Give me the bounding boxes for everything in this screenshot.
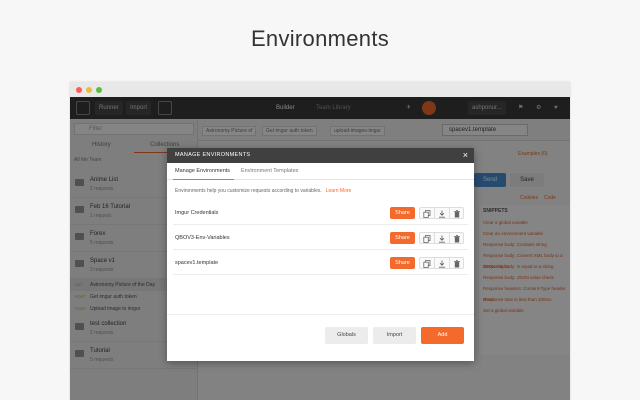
download-icon[interactable] xyxy=(438,260,446,268)
active-tab-indicator xyxy=(173,179,234,180)
window-titlebar xyxy=(70,82,570,97)
environment-row[interactable]: spacev1.template Share xyxy=(173,251,468,275)
duplicate-icon[interactable] xyxy=(423,260,431,268)
divider xyxy=(449,258,450,268)
minimize-window-button[interactable] xyxy=(86,87,92,93)
page-headline: Environments xyxy=(250,26,390,51)
environment-row[interactable]: Imgur Credentials Share xyxy=(173,201,468,225)
environment-actions xyxy=(419,257,464,269)
trash-icon[interactable] xyxy=(453,235,461,243)
add-button[interactable]: Add xyxy=(421,327,464,344)
environment-name[interactable]: spacev1.template xyxy=(175,260,218,266)
share-button[interactable]: Share xyxy=(390,232,415,244)
description-text: Environments help you customize requests… xyxy=(175,188,322,194)
dialog-footer: Globals Import Add xyxy=(167,314,474,361)
share-button[interactable]: Share xyxy=(390,207,415,219)
trash-icon[interactable] xyxy=(453,210,461,218)
duplicate-icon[interactable] xyxy=(423,210,431,218)
environment-actions xyxy=(419,232,464,244)
maximize-window-button[interactable] xyxy=(96,87,102,93)
download-icon[interactable] xyxy=(438,235,446,243)
duplicate-icon[interactable] xyxy=(423,235,431,243)
tab-manage-environments[interactable]: Manage Environments xyxy=(175,168,230,174)
divider xyxy=(449,233,450,243)
environment-name[interactable]: Imgur Credentials xyxy=(175,210,218,216)
close-window-button[interactable] xyxy=(76,87,82,93)
environment-name[interactable]: QBOV3-Env-Variables xyxy=(175,235,230,241)
dialog-title: MANAGE ENVIRONMENTS xyxy=(175,152,251,158)
manage-environments-dialog: MANAGE ENVIRONMENTS × Manage Environment… xyxy=(167,148,474,361)
dialog-tabs: Manage Environments Environment Template… xyxy=(167,163,474,180)
import-button[interactable]: Import xyxy=(373,327,416,344)
dialog-description: Environments help you customize requests… xyxy=(175,188,351,194)
environment-actions xyxy=(419,207,464,219)
divider xyxy=(434,208,435,218)
divider xyxy=(434,258,435,268)
app-window: Runner Import Builder Team Library ✈ ash… xyxy=(70,82,570,400)
download-icon[interactable] xyxy=(438,210,446,218)
divider xyxy=(449,208,450,218)
environment-row[interactable]: QBOV3-Env-Variables Share xyxy=(173,226,468,250)
learn-more-link[interactable]: Learn More xyxy=(326,188,352,194)
divider xyxy=(434,233,435,243)
tab-environment-templates[interactable]: Environment Templates xyxy=(241,168,298,174)
globals-button[interactable]: Globals xyxy=(325,327,368,344)
dialog-header: MANAGE ENVIRONMENTS × xyxy=(167,148,474,163)
share-button[interactable]: Share xyxy=(390,257,415,269)
trash-icon[interactable] xyxy=(453,260,461,268)
close-icon[interactable]: × xyxy=(463,150,468,160)
